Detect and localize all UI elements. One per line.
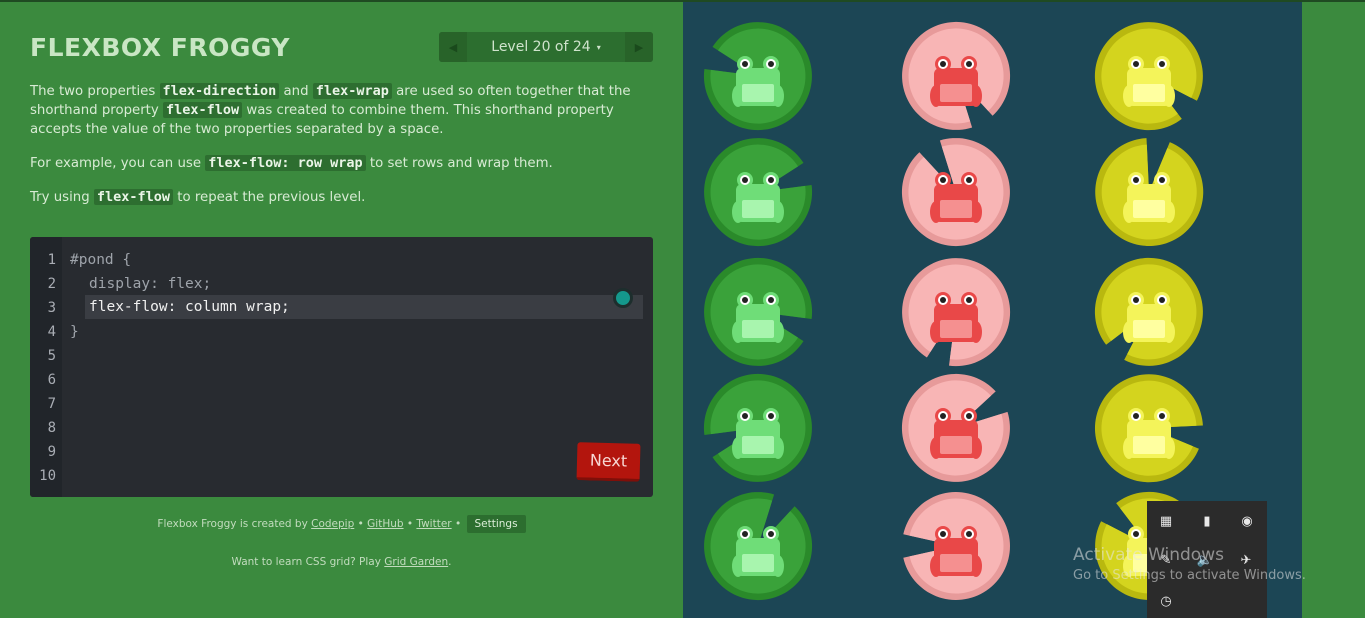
code-line-2: display: flex; [89, 276, 212, 292]
line-number: 3 [47, 300, 56, 316]
frog-icon [1123, 172, 1175, 223]
instructions: The two properties flex-direction and fl… [30, 82, 655, 222]
instruction-paragraph-1: The two properties flex-direction and fl… [30, 82, 655, 139]
code-example: flex-flow: row wrap [205, 155, 366, 171]
previous-level-button[interactable]: ◀ [439, 32, 467, 62]
credits-text: Flexbox Froggy is created by [157, 518, 312, 530]
red-frog-on-lilypad [896, 252, 1016, 372]
credits: Flexbox Froggy is created by Codepip • G… [30, 515, 653, 533]
next-button[interactable]: Next [576, 442, 641, 482]
lilypad-icon [703, 22, 812, 131]
lilypad-icon [1094, 374, 1203, 483]
green-frog-on-lilypad [698, 132, 818, 252]
line-number: 5 [47, 348, 56, 364]
red-frog-on-lilypad [896, 486, 1016, 606]
yellow-frog-on-lilypad [1089, 132, 1209, 252]
promo-suffix: . [448, 556, 452, 568]
lilypad-icon [704, 257, 813, 366]
lilypad-icon [902, 21, 1011, 130]
next-level-button[interactable]: ▶ [625, 32, 653, 62]
line-number: 9 [47, 444, 56, 460]
level-label: Level 20 of 24 [491, 39, 591, 55]
instruction-paragraph-3: Try using flex-flow to repeat the previo… [30, 188, 655, 207]
separator: • [354, 518, 368, 530]
green-frog-on-lilypad [698, 486, 818, 606]
twitter-link[interactable]: Twitter [416, 518, 451, 530]
app-title: FLEXBOX FROGGY [30, 33, 290, 62]
yellow-frog-on-lilypad [1089, 368, 1209, 488]
settings-button[interactable]: Settings [466, 515, 526, 533]
lilypad-icon [704, 138, 813, 247]
instruction-text: and [279, 84, 313, 99]
code-flex-flow: flex-flow [163, 102, 243, 118]
red-frog-on-lilypad [896, 368, 1016, 488]
usb-icon[interactable]: ▮ [1196, 510, 1218, 532]
grid-garden-link[interactable]: Grid Garden [384, 556, 448, 568]
activate-windows-watermark: Activate Windows Go to Settings to activ… [1073, 545, 1306, 583]
activate-subtitle: Go to Settings to activate Windows. [1073, 568, 1306, 583]
lilypad-icon [704, 492, 813, 601]
clock-icon[interactable]: ◷ [1155, 590, 1177, 612]
app-icon[interactable]: ▦ [1155, 510, 1177, 532]
lilypad-icon [901, 138, 1010, 247]
green-frog-on-lilypad [698, 16, 818, 136]
grammarly-icon[interactable] [613, 288, 633, 308]
instruction-text: to repeat the previous level. [173, 190, 366, 205]
instruction-text: to set rows and wrap them. [365, 156, 553, 171]
line-number: 4 [47, 324, 56, 340]
line-numbers: 1 2 3 4 5 6 7 8 9 10 [30, 237, 62, 497]
instruction-paragraph-2: For example, you can use flex-flow: row … [30, 154, 655, 173]
code-editor: 1 2 3 4 5 6 7 8 9 10 #pond { display: fl… [30, 237, 653, 497]
lilypad-icon [901, 373, 1010, 482]
red-frog-on-lilypad [896, 132, 1016, 252]
code-line-1: #pond { [70, 252, 132, 268]
yellow-frog-on-lilypad [1089, 252, 1209, 372]
line-number: 6 [47, 372, 56, 388]
code-line-4: } [70, 324, 79, 340]
promo-text: Want to learn CSS grid? Play [231, 556, 385, 568]
chevron-down-icon: ▾ [596, 42, 601, 52]
line-number: 8 [47, 420, 56, 436]
grid-garden-promo: Want to learn CSS grid? Play Grid Garden… [30, 556, 653, 568]
level-navigation: ◀ Level 20 of 24 ▾ ▶ [439, 32, 653, 62]
level-dropdown[interactable]: Level 20 of 24 ▾ [467, 39, 625, 55]
lilypad-icon [1094, 22, 1203, 131]
codepip-link[interactable]: Codepip [311, 518, 354, 530]
separator: • [451, 518, 465, 530]
instruction-text: Try using [30, 190, 94, 205]
code-flex-wrap: flex-wrap [312, 83, 392, 99]
line-number: 2 [47, 276, 56, 292]
lilypad-icon [902, 258, 1011, 367]
css-answer-input[interactable]: flex-flow: column wrap; [85, 295, 643, 319]
green-frog-on-lilypad [698, 368, 818, 488]
red-frog-on-lilypad [896, 16, 1016, 136]
line-number: 1 [47, 252, 56, 268]
code-flex-flow-hint: flex-flow [93, 189, 174, 205]
instruction-text: For example, you can use [30, 156, 206, 171]
lilypad-icon [1094, 257, 1203, 366]
instruction-text: The two properties [30, 84, 160, 99]
green-frog-on-lilypad [698, 252, 818, 372]
triangle-right-icon: ▶ [634, 40, 644, 54]
code-flex-direction: flex-direction [159, 83, 280, 99]
lilypad-icon [1095, 138, 1204, 247]
triangle-left-icon: ◀ [448, 40, 458, 54]
yellow-frog-on-lilypad [1089, 16, 1209, 136]
lilypad-icon [903, 492, 1010, 600]
lilypad-icon [703, 373, 812, 482]
github-link[interactable]: GitHub [367, 518, 403, 530]
line-number: 10 [39, 468, 56, 484]
line-number: 7 [47, 396, 56, 412]
separator: • [403, 518, 417, 530]
chrome-icon[interactable]: ◉ [1236, 510, 1258, 532]
activate-title: Activate Windows [1073, 545, 1224, 565]
